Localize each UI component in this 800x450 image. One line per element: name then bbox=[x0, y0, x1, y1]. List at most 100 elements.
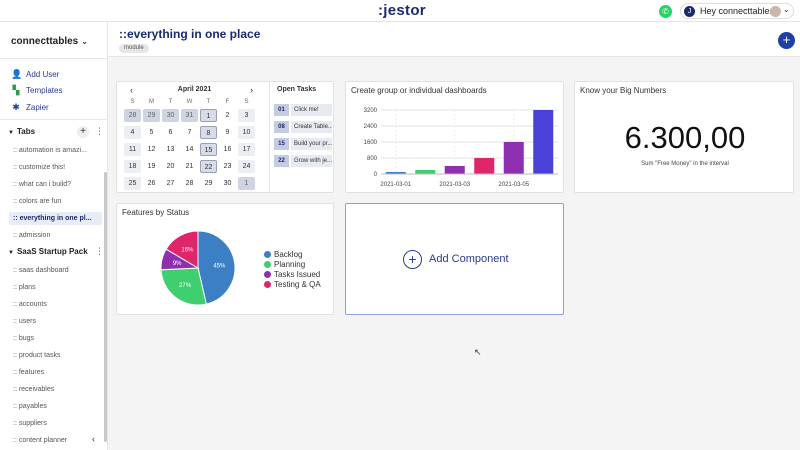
pie-legend-item: Testing & QA bbox=[264, 280, 321, 289]
calendar-day[interactable]: 28 bbox=[181, 177, 198, 190]
whatsapp-icon[interactable]: ✆ bbox=[659, 5, 672, 18]
top-bar: :jestor ✆ J Hey connecttables! ⌄ bbox=[0, 0, 800, 22]
page-title: ::everything in one place bbox=[119, 27, 261, 41]
bar-chart-y-tick: 800 bbox=[367, 156, 378, 162]
add-component-label[interactable]: Add Component bbox=[429, 253, 509, 265]
sidebar-item-users[interactable]: :: users bbox=[9, 315, 102, 328]
plus-icon[interactable]: + bbox=[403, 250, 422, 269]
calendar-day[interactable]: 24 bbox=[238, 160, 255, 173]
task-title: Click me! bbox=[291, 104, 332, 116]
calendar-day[interactable]: 10 bbox=[238, 126, 255, 139]
sidebar-item-bugs[interactable]: :: bugs bbox=[9, 332, 102, 345]
calendar-day[interactable]: 16 bbox=[219, 143, 236, 156]
sidebar-item-colors[interactable]: :: colors are fun bbox=[9, 195, 102, 208]
calendar-day[interactable]: 4 bbox=[124, 126, 141, 139]
sidebar-item-features[interactable]: :: features bbox=[9, 366, 102, 379]
calendar-day[interactable]: 12 bbox=[143, 143, 160, 156]
zapier-button[interactable]: ✱ Zapier bbox=[11, 100, 48, 114]
bar-chart-bar bbox=[533, 110, 554, 174]
calendar-day[interactable]: 25 bbox=[124, 177, 141, 190]
calendar-day[interactable]: 9 bbox=[219, 126, 236, 139]
add-tab-button[interactable]: + bbox=[77, 126, 89, 138]
sidebar-item-admission[interactable]: :: admission bbox=[9, 229, 102, 242]
calendar-day[interactable]: 2 bbox=[219, 109, 236, 122]
more-options-icon[interactable]: ⋮ bbox=[95, 126, 104, 137]
bar-chart-card: Create group or individual dashboards 0 8… bbox=[345, 81, 564, 193]
calendar-day[interactable]: 17 bbox=[238, 143, 255, 156]
open-task-item[interactable]: 22 Grow with je... bbox=[274, 155, 332, 167]
sidebar-item-product-tasks[interactable]: :: product tasks bbox=[9, 349, 102, 362]
task-title: Build your pr... bbox=[291, 138, 332, 150]
more-options-icon[interactable]: ⋮ bbox=[95, 246, 104, 257]
add-component-card[interactable]: + Add Component bbox=[345, 203, 564, 315]
zapier-icon: ✱ bbox=[12, 102, 20, 112]
big-number-value: 6.300,00 bbox=[624, 120, 746, 155]
sidebar-item-content-planner[interactable]: :: content planner bbox=[9, 434, 102, 447]
sidebar-item-receivables[interactable]: :: receivables bbox=[9, 383, 102, 396]
saas-section-header[interactable]: ▼ SaaS Startup Pack bbox=[8, 247, 88, 256]
calendar-day[interactable]: 26 bbox=[143, 177, 160, 190]
big-number-card: Know your Big Numbers 6.300,00 Sum "Free… bbox=[574, 81, 794, 193]
pie-legend-label: Testing & QA bbox=[274, 280, 321, 289]
collapse-triangle-icon: ▼ bbox=[8, 130, 14, 136]
bar-chart-x-tick: 2021-03-01 bbox=[380, 182, 411, 188]
collapse-sidebar-icon[interactable]: ‹ bbox=[92, 434, 95, 444]
sidebar-item-customize[interactable]: :: customize this! bbox=[9, 161, 102, 174]
sidebar-item-everything[interactable]: :: everything in one pl... bbox=[9, 212, 102, 225]
calendar-day[interactable]: 1 bbox=[238, 177, 255, 190]
open-task-item[interactable]: 15 Build your pr... bbox=[274, 138, 332, 150]
calendar-day[interactable]: 7 bbox=[181, 126, 198, 139]
sidebar-item-plans[interactable]: :: plans bbox=[9, 281, 102, 294]
sidebar-scrollbar[interactable] bbox=[104, 172, 107, 442]
sidebar-item-payables[interactable]: :: payables bbox=[9, 400, 102, 413]
calendar-day[interactable]: 11 bbox=[124, 143, 141, 156]
open-task-item[interactable]: 08 Create Table... bbox=[274, 121, 332, 133]
bar-chart-y-tick: 3200 bbox=[364, 108, 378, 114]
calendar-day[interactable]: 28 bbox=[124, 109, 141, 122]
chevron-down-icon: ⌄ bbox=[81, 37, 88, 46]
calendar-day[interactable]: 18 bbox=[124, 160, 141, 173]
bar-chart-y-tick: 2400 bbox=[364, 124, 378, 130]
templates-button[interactable]: ▚ Templates bbox=[11, 83, 63, 97]
calendar-day[interactable]: 6 bbox=[162, 126, 179, 139]
calendar-day[interactable]: 21 bbox=[181, 160, 198, 173]
bar-chart-bar bbox=[503, 142, 524, 174]
calendar-day[interactable]: 29 bbox=[200, 177, 217, 190]
calendar-day[interactable]: 30 bbox=[162, 109, 179, 122]
tabs-section-header[interactable]: ▼ Tabs bbox=[8, 127, 35, 136]
big-number-title: Know your Big Numbers bbox=[580, 86, 667, 95]
sidebar-item-accounts[interactable]: :: accounts bbox=[9, 298, 102, 311]
calendar-day[interactable]: 8 bbox=[200, 126, 217, 139]
open-task-item[interactable]: 01 Click me! bbox=[274, 104, 332, 116]
add-button[interactable]: + bbox=[778, 32, 795, 49]
sidebar-item-what-can-i-build[interactable]: :: what can i build? bbox=[9, 178, 102, 191]
calendar-day[interactable]: 31 bbox=[181, 109, 198, 122]
avatar bbox=[770, 6, 781, 17]
add-user-button[interactable]: 👤 Add User bbox=[11, 67, 59, 81]
sidebar-item-saas-dashboard[interactable]: :: saas dashboard bbox=[9, 264, 102, 277]
next-month-icon[interactable]: › bbox=[250, 85, 253, 95]
app-logo[interactable]: :jestor bbox=[378, 2, 426, 19]
calendar-day[interactable]: 19 bbox=[143, 160, 160, 173]
calendar-day[interactable]: 14 bbox=[181, 143, 198, 156]
pie-slice-label: 45% bbox=[213, 264, 226, 270]
sidebar-item-suppliers[interactable]: :: suppliers bbox=[9, 417, 102, 430]
calendar-day[interactable]: 30 bbox=[219, 177, 236, 190]
workspace-selector[interactable]: connecttables ⌄ bbox=[11, 36, 88, 47]
calendar-day[interactable]: 22 bbox=[200, 160, 217, 173]
task-title: Grow with je... bbox=[291, 155, 332, 167]
calendar-day[interactable]: 13 bbox=[162, 143, 179, 156]
sidebar-divider bbox=[0, 58, 108, 59]
calendar-day[interactable]: 29 bbox=[143, 109, 160, 122]
sidebar-item-automation[interactable]: :: automation is amazi... bbox=[9, 144, 102, 157]
calendar-day[interactable]: 15 bbox=[200, 143, 217, 156]
calendar-day[interactable]: 23 bbox=[219, 160, 236, 173]
calendar-day[interactable]: 1 bbox=[200, 109, 217, 122]
calendar-day[interactable]: 5 bbox=[143, 126, 160, 139]
calendar-day[interactable]: 3 bbox=[238, 109, 255, 122]
calendar-card: ‹ April 2021 › S M T W T F S 28 29 30 31 1 2 3 4 5 6 7 8 9 1… bbox=[116, 81, 334, 193]
user-menu[interactable]: J Hey connecttables! ⌄ bbox=[680, 3, 794, 19]
calendar-day[interactable]: 20 bbox=[162, 160, 179, 173]
prev-month-icon[interactable]: ‹ bbox=[130, 85, 133, 95]
calendar-day[interactable]: 27 bbox=[162, 177, 179, 190]
